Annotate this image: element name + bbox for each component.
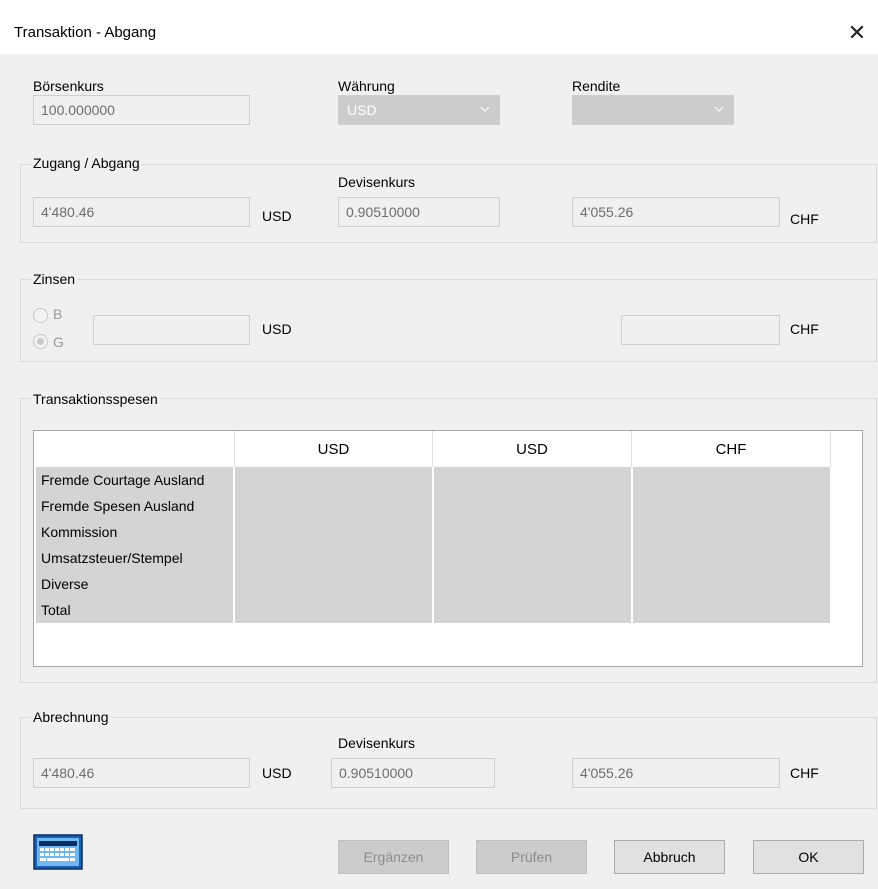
zugang-devisenkurs-field[interactable]: 0.90510000 [338,197,500,227]
spesen-group-title: Transaktionsspesen [31,391,160,407]
abrechnung-unit-right: CHF [790,765,819,781]
radio-b-label: B [53,306,63,322]
row-label: Kommission [36,519,233,545]
cell[interactable] [434,467,631,493]
zugang-amount-field[interactable]: 4'480.46 [33,197,250,227]
zinsen-amount-field[interactable] [93,315,250,345]
cell[interactable] [235,571,432,597]
cell[interactable] [235,467,432,493]
abrechnung-group-title: Abrechnung [31,709,111,725]
boersenkurs-label: Börsenkurs [33,78,104,94]
row-label: Total [36,597,233,623]
header-divider [830,431,831,467]
cell[interactable] [633,467,830,493]
cell[interactable] [434,597,631,623]
chevron-down-icon [714,106,724,112]
abrechnung-chf-field[interactable]: 4'055.26 [572,758,780,788]
waehrung-value: USD [347,102,377,118]
radio-g[interactable] [33,334,48,349]
rendite-combo[interactable] [572,95,734,125]
cell[interactable] [434,493,631,519]
abbruch-button[interactable]: Abbruch [614,840,725,874]
pruefen-button[interactable]: Prüfen [476,840,587,874]
window-title: Transaktion - Abgang [14,24,157,41]
cell[interactable] [235,519,432,545]
zinsen-group-title: Zinsen [31,271,78,287]
abrechnung-amount-field[interactable]: 4'480.46 [33,758,250,788]
waehrung-label: Währung [338,78,395,94]
abrechnung-devisenkurs-label: Devisenkurs [338,735,416,751]
cell[interactable] [235,597,432,623]
cell[interactable] [434,519,631,545]
cell[interactable] [434,545,631,571]
zugang-devisenkurs-label: Devisenkurs [338,174,416,190]
cell[interactable] [633,493,830,519]
radio-b[interactable] [33,308,48,323]
column-header-usd-2[interactable]: USD [433,441,631,458]
zinsen-chf-field[interactable] [621,315,780,345]
cell[interactable] [633,519,830,545]
ok-button[interactable]: OK [753,840,864,874]
cell[interactable] [633,571,830,597]
cell[interactable] [434,571,631,597]
boersenkurs-field[interactable]: 100.000000 [33,95,250,125]
column-header-usd-1[interactable]: USD [235,441,432,458]
row-label: Umsatzsteuer/Stempel [36,545,233,571]
row-label: Fremde Courtage Ausland [36,467,233,493]
row-label: Fremde Spesen Ausland [36,493,233,519]
zinsen-unit-right: CHF [790,321,819,337]
column-header-chf[interactable]: CHF [632,441,830,458]
zugang-unit-right: CHF [790,211,819,227]
chevron-down-icon [480,106,490,112]
cell[interactable] [633,545,830,571]
cell[interactable] [235,493,432,519]
ergaenzen-button[interactable]: Ergänzen [338,840,449,874]
spesen-table: USD USD CHF Fremde Courtage Ausland Frem… [33,430,863,667]
abrechnung-devisenkurs-field[interactable]: 0.90510000 [331,758,495,788]
zugang-unit-left: USD [262,208,292,224]
row-label: Diverse [36,571,233,597]
cell[interactable] [633,597,830,623]
keyboard-icon[interactable] [33,834,83,870]
waehrung-combo[interactable]: USD [338,95,500,125]
zugang-group-title: Zugang / Abgang [31,155,142,171]
close-icon[interactable]: ✕ [842,18,872,48]
radio-g-label: G [53,334,64,350]
rendite-label: Rendite [572,78,621,94]
spesen-rows: Fremde Courtage Ausland Fremde Spesen Au… [36,467,832,623]
zinsen-unit-left: USD [262,321,292,337]
abrechnung-unit-left: USD [262,765,292,781]
cell[interactable] [235,545,432,571]
zugang-chf-field[interactable]: 4'055.26 [572,197,780,227]
